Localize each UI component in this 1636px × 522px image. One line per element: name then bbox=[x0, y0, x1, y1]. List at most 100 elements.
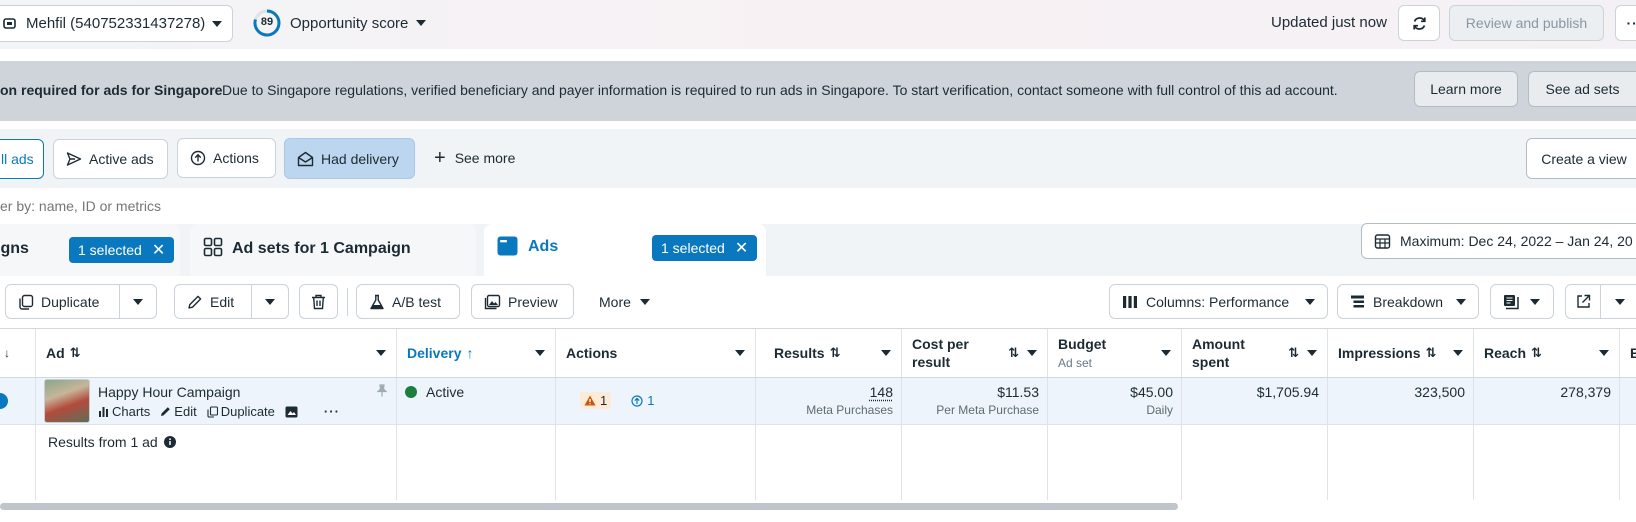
upload-circle-icon bbox=[631, 394, 643, 407]
reports-icon bbox=[1503, 294, 1520, 310]
header-reach[interactable]: Reach ⇅ bbox=[1474, 329, 1620, 378]
results-value[interactable]: 148 bbox=[870, 384, 893, 400]
see-more-filters-button[interactable]: + See more bbox=[434, 148, 515, 168]
filter-actions[interactable]: Actions bbox=[177, 138, 276, 178]
header-cost-label: Cost per result bbox=[912, 335, 969, 371]
row-amount-spent-cell: $1,705.94 bbox=[1182, 378, 1328, 425]
tab-campaigns[interactable]: igns 1 selected ✕ bbox=[0, 224, 180, 276]
header-delivery[interactable]: Delivery ↑ bbox=[397, 329, 556, 378]
tab-ads[interactable]: Ads 1 selected ✕ bbox=[484, 224, 766, 276]
export-dropdown-button[interactable] bbox=[1600, 284, 1636, 319]
charts-link[interactable]: Charts bbox=[98, 404, 150, 419]
ads-table: ↓ Ad ⇅ Delivery ↑ Actions Results ⇅ Cost… bbox=[0, 328, 1636, 501]
create-view-button[interactable]: Create a view bbox=[1526, 138, 1636, 179]
calendar-icon bbox=[1374, 233, 1391, 250]
filter-active-ads[interactable]: Active ads bbox=[53, 139, 168, 179]
header-results[interactable]: Results ⇅ bbox=[756, 329, 902, 378]
ad-name[interactable]: Happy Hour Campaign bbox=[98, 384, 240, 400]
pencil-icon bbox=[160, 406, 171, 417]
header-actions[interactable]: Actions bbox=[556, 329, 756, 378]
edit-button[interactable]: Edit bbox=[174, 284, 252, 319]
ads-selected-pill[interactable]: 1 selected ✕ bbox=[652, 235, 758, 261]
header-ad[interactable]: Ad ⇅ bbox=[36, 329, 397, 378]
warning-indicator[interactable]: 1 bbox=[580, 392, 612, 409]
pin-icon[interactable] bbox=[376, 384, 388, 397]
preview-button[interactable]: Preview bbox=[471, 284, 574, 319]
top-bar: Mehfil (540752331437278) 89 Opportunity … bbox=[0, 0, 1636, 49]
columns-button[interactable]: Columns: Performance bbox=[1109, 284, 1328, 319]
sort-arrows-icon: ⇅ bbox=[69, 345, 81, 360]
row-next-cell bbox=[1620, 378, 1636, 425]
chevron-down-icon bbox=[1599, 350, 1609, 356]
footer-cell bbox=[1474, 425, 1620, 501]
refresh-button[interactable] bbox=[1398, 5, 1440, 41]
row-duplicate-link[interactable]: Duplicate bbox=[207, 404, 275, 419]
date-range-picker[interactable]: Maximum: Dec 24, 2022 – Jan 24, 20 bbox=[1361, 223, 1636, 259]
sort-arrows-icon: ⇅ bbox=[1531, 345, 1542, 360]
header-amount-line1: Amount bbox=[1192, 336, 1245, 352]
horizontal-scrollbar-thumb[interactable] bbox=[0, 503, 1178, 510]
header-impressions[interactable]: Impressions ⇅ bbox=[1328, 329, 1474, 378]
delete-button[interactable] bbox=[299, 284, 338, 319]
more-actions-button[interactable]: More bbox=[599, 294, 650, 310]
export-button[interactable] bbox=[1565, 284, 1601, 319]
chevron-down-icon bbox=[535, 350, 545, 356]
external-link-icon bbox=[1576, 294, 1591, 309]
learn-more-button[interactable]: Learn more bbox=[1414, 71, 1518, 107]
breakdown-button[interactable]: Breakdown bbox=[1337, 284, 1479, 319]
filter-all-ads[interactable]: ll ads bbox=[0, 139, 44, 179]
more-options-button[interactable]: ··· bbox=[1615, 5, 1636, 41]
row-toggle-cell[interactable] bbox=[0, 378, 36, 425]
close-icon[interactable]: ✕ bbox=[735, 238, 748, 258]
review-publish-button[interactable]: Review and publish bbox=[1449, 5, 1604, 41]
duplicate-button[interactable]: Duplicate bbox=[5, 284, 120, 319]
more-horizontal-icon[interactable]: ··· bbox=[324, 404, 340, 419]
chevron-down-icon bbox=[735, 350, 745, 356]
header-amount-spent[interactable]: Amount spent ⇅ bbox=[1182, 329, 1328, 378]
upload-circle-icon bbox=[190, 150, 206, 166]
ad-window-icon bbox=[497, 236, 518, 256]
row-impressions-cell: 323,500 bbox=[1328, 378, 1474, 425]
results-summary: Results from 1 ad bbox=[48, 434, 176, 450]
columns-icon bbox=[1122, 295, 1138, 309]
close-icon[interactable]: ✕ bbox=[152, 240, 165, 260]
header-next-column[interactable]: E bbox=[1620, 329, 1636, 378]
campaigns-selected-pill[interactable]: 1 selected ✕ bbox=[69, 237, 175, 263]
edit-dropdown-button[interactable] bbox=[251, 284, 289, 319]
tab-campaigns-label: igns bbox=[0, 240, 29, 257]
sort-arrows-icon: ⇅ bbox=[829, 345, 841, 360]
account-selector[interactable]: Mehfil (540752331437278) bbox=[0, 5, 233, 42]
ab-test-button[interactable]: A/B test bbox=[356, 284, 460, 319]
duplicate-dropdown-button[interactable] bbox=[119, 284, 157, 319]
charts-label: Charts bbox=[112, 404, 151, 419]
sort-up-icon: ↑ bbox=[466, 345, 474, 361]
chevron-down-icon bbox=[1307, 350, 1317, 356]
chevron-down-icon bbox=[639, 299, 650, 305]
table-row-ad-cell[interactable]: Happy Hour Campaign Charts Edit Duplicat… bbox=[36, 378, 397, 425]
ad-quick-actions: Charts Edit Duplicate ··· bbox=[98, 404, 340, 419]
header-impressions-label: Impressions bbox=[1338, 345, 1421, 361]
chevron-down-icon bbox=[265, 298, 275, 305]
review-publish-label: Review and publish bbox=[1465, 15, 1588, 31]
image-icon[interactable] bbox=[285, 406, 298, 418]
row-duplicate-label: Duplicate bbox=[220, 404, 275, 419]
chevron-down-icon bbox=[212, 20, 223, 27]
account-icon bbox=[3, 16, 19, 32]
opportunity-score[interactable]: 89 Opportunity score bbox=[252, 8, 427, 38]
filter-had-delivery[interactable]: Had delivery bbox=[284, 138, 415, 179]
score-value: 89 bbox=[260, 16, 274, 28]
cost-per-result-value: $11.53 bbox=[997, 384, 1039, 400]
see-ad-sets-button[interactable]: See ad sets bbox=[1528, 71, 1636, 107]
row-edit-link[interactable]: Edit bbox=[160, 404, 197, 419]
edit-label: Edit bbox=[210, 293, 235, 310]
recommendation-indicator[interactable]: 1 bbox=[631, 393, 654, 408]
budget-value: $45.00 bbox=[1130, 384, 1173, 400]
info-icon[interactable] bbox=[163, 436, 176, 448]
tab-adsets[interactable]: Ad sets for 1 Campaign bbox=[190, 224, 476, 276]
header-cost-per-result[interactable]: Cost per result ⇅ bbox=[902, 329, 1048, 378]
reports-button[interactable] bbox=[1490, 284, 1554, 319]
toggle-switch[interactable] bbox=[0, 393, 8, 409]
search-input[interactable] bbox=[0, 194, 900, 218]
header-select-column[interactable]: ↓ bbox=[0, 329, 36, 378]
header-budget[interactable]: Budget Ad set bbox=[1048, 329, 1182, 378]
